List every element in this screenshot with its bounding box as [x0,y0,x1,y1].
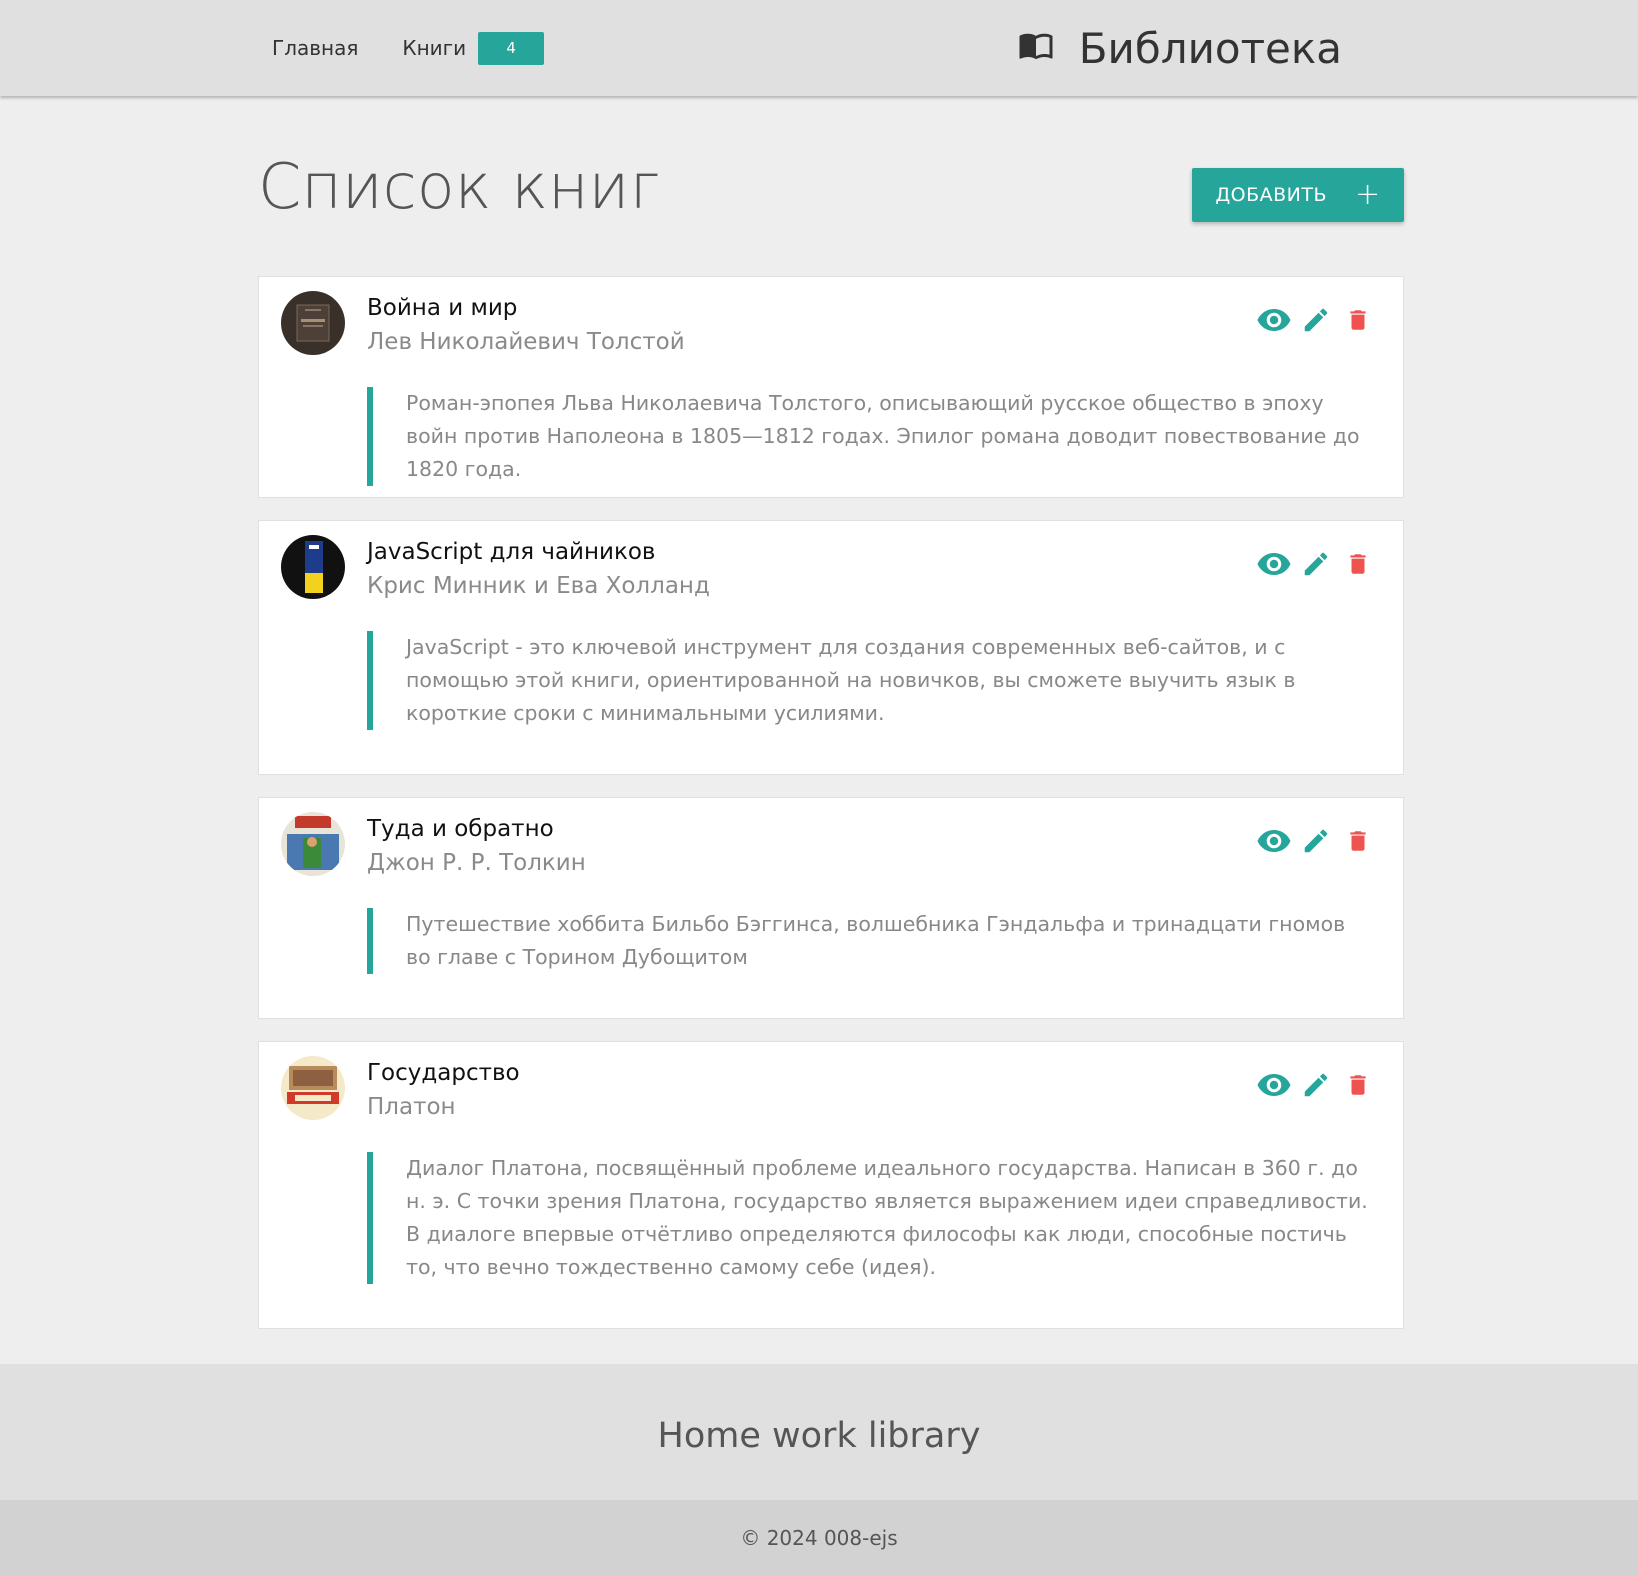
book-cover-avatar [281,291,345,355]
books-count-badge: 4 [478,31,545,65]
book-actions [1249,824,1375,858]
book-title[interactable]: Туда и обратно [367,816,554,842]
edit-button[interactable] [1299,303,1333,337]
brand-title: Библиотека [1078,23,1342,73]
trash-icon [1350,554,1366,574]
eye-icon [1257,830,1291,852]
view-button[interactable] [1257,1068,1291,1102]
edit-button[interactable] [1299,547,1333,581]
book-card: Война и мир Лев Николайевич Толстой Рома… [258,276,1404,498]
navbar: Главная Книги 4 Библиотека [0,0,1638,96]
eye-icon [1257,553,1291,575]
nav-link-books-label: Книги [402,36,467,60]
eye-icon [1257,309,1291,331]
trash-icon [1350,1075,1366,1095]
add-book-button[interactable]: ДОБАВИТЬ + [1192,168,1404,222]
pencil-icon [1304,1073,1328,1097]
book-author: Джон Р. Р. Толкин [367,850,586,876]
book-author: Платон [367,1094,456,1120]
book-title[interactable]: JavaScript для чайников [367,539,656,565]
book-description: Роман-эпопея Льва Николаевича Толстого, … [367,387,1375,486]
pencil-icon [1304,308,1328,332]
view-button[interactable] [1257,303,1291,337]
book-cover-avatar [281,1056,345,1120]
book-description: Диалог Платона, посвящённый проблеме иде… [367,1152,1375,1284]
open-book-icon [1019,33,1053,60]
eye-icon [1257,1074,1291,1096]
footer: Home work library [0,1364,1638,1500]
edit-button[interactable] [1299,824,1333,858]
nav-links: Главная Книги 4 [258,0,564,96]
delete-button[interactable] [1341,824,1375,858]
footer-copyright: © 2024 008-ejs [0,1500,1638,1575]
book-card: Туда и обратно Джон Р. Р. Толкин Путешес… [258,797,1404,1019]
book-description: Путешествие хоббита Бильбо Бэггинса, вол… [367,908,1375,974]
delete-button[interactable] [1341,547,1375,581]
book-actions [1249,547,1375,581]
pencil-icon [1304,829,1328,853]
book-card: JavaScript для чайников Крис Минник и Ев… [258,520,1404,775]
delete-button[interactable] [1341,1068,1375,1102]
book-cover-avatar [281,812,345,876]
book-actions [1249,1068,1375,1102]
book-card: Государство Платон Диалог Платона, посвя… [258,1041,1404,1329]
view-button[interactable] [1257,824,1291,858]
book-title[interactable]: Война и мир [367,295,517,321]
book-author: Лев Николайевич Толстой [367,329,685,355]
plus-icon: + [1355,177,1381,212]
book-cover-avatar [281,535,345,599]
page-title: Список книг [258,150,660,223]
nav-link-home[interactable]: Главная [258,0,382,96]
footer-title: Home work library [657,1416,981,1456]
edit-button[interactable] [1299,1068,1333,1102]
nav-link-books[interactable]: Книги 4 [382,0,564,96]
trash-icon [1350,831,1366,851]
book-title[interactable]: Государство [367,1060,520,1086]
add-button-label: ДОБАВИТЬ [1215,184,1328,206]
book-actions [1249,303,1375,337]
book-description: JavaScript - это ключевой инструмент для… [367,631,1375,730]
delete-button[interactable] [1341,303,1375,337]
pencil-icon [1304,552,1328,576]
book-author: Крис Минник и Ева Холланд [367,573,710,599]
view-button[interactable] [1257,547,1291,581]
trash-icon [1350,310,1366,330]
brand-logo[interactable]: Библиотека [1017,0,1342,96]
